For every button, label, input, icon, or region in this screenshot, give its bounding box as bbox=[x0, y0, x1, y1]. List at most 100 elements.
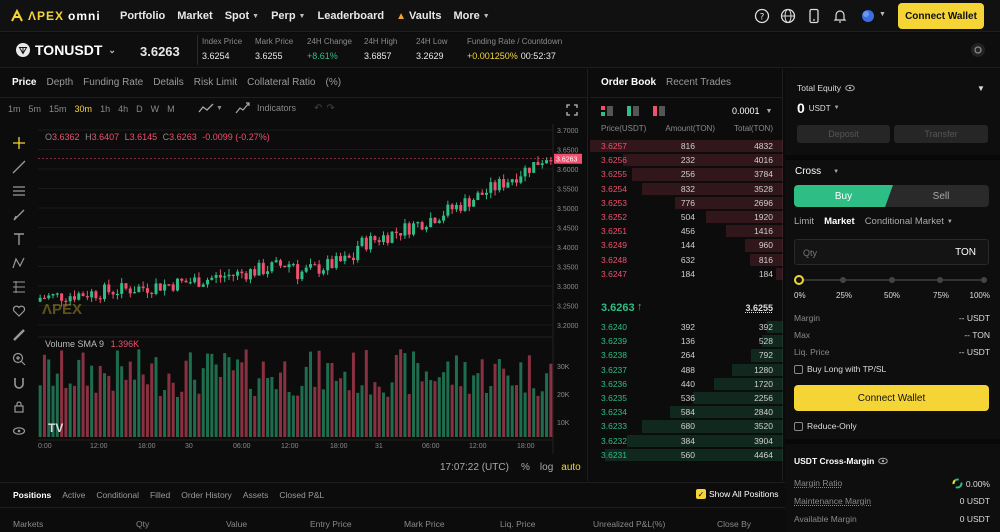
logo[interactable]: ΛPEX omni bbox=[10, 8, 101, 24]
slider-handle[interactable] bbox=[794, 275, 804, 285]
bid-row[interactable]: 3.6232 384 3904 bbox=[590, 434, 783, 448]
positions-tab-4[interactable]: Order History bbox=[181, 490, 232, 500]
pattern-icon[interactable] bbox=[9, 253, 29, 273]
chart-tab-2[interactable]: Funding Rate bbox=[83, 77, 143, 88]
settings-icon[interactable] bbox=[970, 42, 986, 58]
bid-row[interactable]: 3.6233 680 3520 bbox=[590, 419, 783, 433]
bids-only-icon[interactable] bbox=[627, 106, 639, 116]
chart-tab-4[interactable]: Risk Limit bbox=[194, 77, 237, 88]
ruler-icon[interactable] bbox=[9, 325, 29, 345]
ask-row[interactable]: 3.6247 184 184 bbox=[590, 267, 783, 281]
eye-icon[interactable] bbox=[878, 457, 889, 465]
bid-row[interactable]: 3.6239 136 528 bbox=[590, 334, 783, 348]
ask-row[interactable]: 3.6249 144 960 bbox=[590, 238, 783, 252]
ask-row[interactable]: 3.6255 256 3784 bbox=[590, 167, 783, 181]
log-scale-button[interactable]: log bbox=[540, 462, 553, 473]
interval-W[interactable]: W bbox=[151, 104, 160, 114]
chevron-down-icon[interactable]: ▼ bbox=[834, 105, 840, 111]
bell-icon[interactable] bbox=[830, 6, 850, 26]
chart-tab-3[interactable]: Details bbox=[153, 77, 184, 88]
indicators-button[interactable]: Indicators bbox=[257, 103, 296, 113]
zoom-in-icon[interactable] bbox=[9, 349, 29, 369]
tab-recent-trades[interactable]: Recent Trades bbox=[666, 77, 731, 88]
horizontal-lines-icon[interactable] bbox=[9, 181, 29, 201]
interval-1h[interactable]: 1h bbox=[100, 104, 110, 114]
ask-row[interactable]: 3.6253 776 2696 bbox=[590, 196, 783, 210]
interval-M[interactable]: M bbox=[167, 104, 175, 114]
qty-slider[interactable] bbox=[794, 274, 989, 286]
connect-wallet-button[interactable]: Connect Wallet bbox=[898, 3, 984, 29]
positions-tab-3[interactable]: Filled bbox=[150, 490, 170, 500]
chart-tab-1[interactable]: Depth bbox=[46, 77, 73, 88]
undo-icon[interactable]: ↶ bbox=[314, 103, 322, 114]
positions-tab-5[interactable]: Assets bbox=[243, 490, 269, 500]
nav-item-more[interactable]: More ▼ bbox=[453, 10, 489, 22]
sell-tab[interactable]: Sell bbox=[893, 185, 989, 207]
connect-wallet-trade-button[interactable]: Connect Wallet bbox=[794, 385, 989, 411]
interval-15m[interactable]: 15m bbox=[49, 104, 67, 114]
positions-tab-2[interactable]: Conditional bbox=[96, 490, 139, 500]
interval-30m[interactable]: 30m bbox=[75, 104, 93, 114]
globe-icon[interactable] bbox=[778, 6, 798, 26]
tab-limit[interactable]: Limit bbox=[794, 216, 814, 227]
tab-order-book[interactable]: Order Book bbox=[601, 77, 656, 88]
bid-row[interactable]: 3.6237 488 1280 bbox=[590, 363, 783, 377]
nav-item-vaults[interactable]: ▲ Vaults bbox=[396, 10, 441, 22]
ask-row[interactable]: 3.6256 232 4016 bbox=[590, 153, 783, 167]
tick-size-selector[interactable]: 0.0001 ▼ bbox=[732, 106, 772, 116]
heart-icon[interactable] bbox=[9, 301, 29, 321]
line-chart-icon[interactable] bbox=[198, 102, 214, 114]
ask-row[interactable]: 3.6254 832 3528 bbox=[590, 182, 783, 196]
equity-unit[interactable]: USDT bbox=[809, 104, 831, 113]
slider-tick[interactable] bbox=[981, 277, 987, 283]
tab-conditional-market[interactable]: Conditional Market bbox=[865, 216, 944, 227]
indicators-icon[interactable] bbox=[235, 102, 251, 114]
equity-chevron-down-icon[interactable]: ▼ bbox=[977, 84, 985, 93]
chart-tab-5[interactable]: Collateral Ratio bbox=[247, 77, 315, 88]
bid-row[interactable]: 3.6231 560 4464 bbox=[590, 448, 783, 462]
lock-icon[interactable] bbox=[9, 397, 29, 417]
slider-tick[interactable] bbox=[889, 277, 895, 283]
interval-D[interactable]: D bbox=[136, 104, 143, 114]
trend-line-icon[interactable] bbox=[9, 157, 29, 177]
measure-icon[interactable] bbox=[9, 277, 29, 297]
bid-row[interactable]: 3.6235 536 2256 bbox=[590, 391, 783, 405]
network-icon[interactable] bbox=[858, 6, 878, 26]
fullscreen-icon[interactable] bbox=[566, 104, 578, 116]
qty-input[interactable]: Qty TON bbox=[794, 239, 989, 265]
slider-tick[interactable] bbox=[937, 277, 943, 283]
percent-scale-button[interactable]: % bbox=[521, 462, 530, 473]
tpsl-checkbox[interactable] bbox=[794, 364, 803, 374]
chart-tab-0[interactable]: Price bbox=[12, 77, 36, 88]
nav-item-portfolio[interactable]: Portfolio bbox=[120, 10, 165, 22]
ask-row[interactable]: 3.6252 504 1920 bbox=[590, 210, 783, 224]
chart-tab-6[interactable]: (%) bbox=[326, 77, 342, 88]
crosshair-icon[interactable] bbox=[9, 133, 29, 153]
ask-row[interactable]: 3.6248 632 816 bbox=[590, 253, 783, 267]
show-all-checkbox[interactable]: ✓ bbox=[696, 489, 706, 499]
symbol-selector[interactable]: TONUSDT ⌄ bbox=[35, 42, 116, 58]
buy-tab[interactable]: Buy bbox=[794, 185, 893, 207]
magnet-icon[interactable] bbox=[9, 373, 29, 393]
eye-icon[interactable] bbox=[845, 84, 855, 92]
text-tool-icon[interactable] bbox=[9, 229, 29, 249]
ask-row[interactable]: 3.6257 816 4832 bbox=[590, 139, 783, 153]
bid-row[interactable]: 3.6240 392 392 bbox=[590, 320, 783, 334]
slider-tick[interactable] bbox=[840, 277, 846, 283]
chevron-down-icon[interactable]: ▼ bbox=[947, 219, 953, 225]
eye-icon[interactable] bbox=[9, 421, 29, 441]
tab-market[interactable]: Market bbox=[824, 216, 855, 227]
nav-item-leaderboard[interactable]: Leaderboard bbox=[317, 10, 384, 22]
mobile-icon[interactable] bbox=[804, 6, 824, 26]
interval-1m[interactable]: 1m bbox=[8, 104, 21, 114]
asks-only-icon[interactable] bbox=[653, 106, 665, 116]
nav-item-market[interactable]: Market bbox=[177, 10, 212, 22]
positions-tab-0[interactable]: Positions bbox=[13, 490, 51, 500]
bid-row[interactable]: 3.6236 440 1720 bbox=[590, 377, 783, 391]
auto-scale-button[interactable]: auto bbox=[561, 462, 580, 473]
nav-item-perp[interactable]: Perp ▼ bbox=[271, 10, 305, 22]
positions-tab-1[interactable]: Active bbox=[62, 490, 85, 500]
network-chevron-down-icon[interactable]: ▼ bbox=[879, 11, 886, 18]
positions-tab-6[interactable]: Closed P&L bbox=[279, 490, 324, 500]
interval-5m[interactable]: 5m bbox=[29, 104, 42, 114]
